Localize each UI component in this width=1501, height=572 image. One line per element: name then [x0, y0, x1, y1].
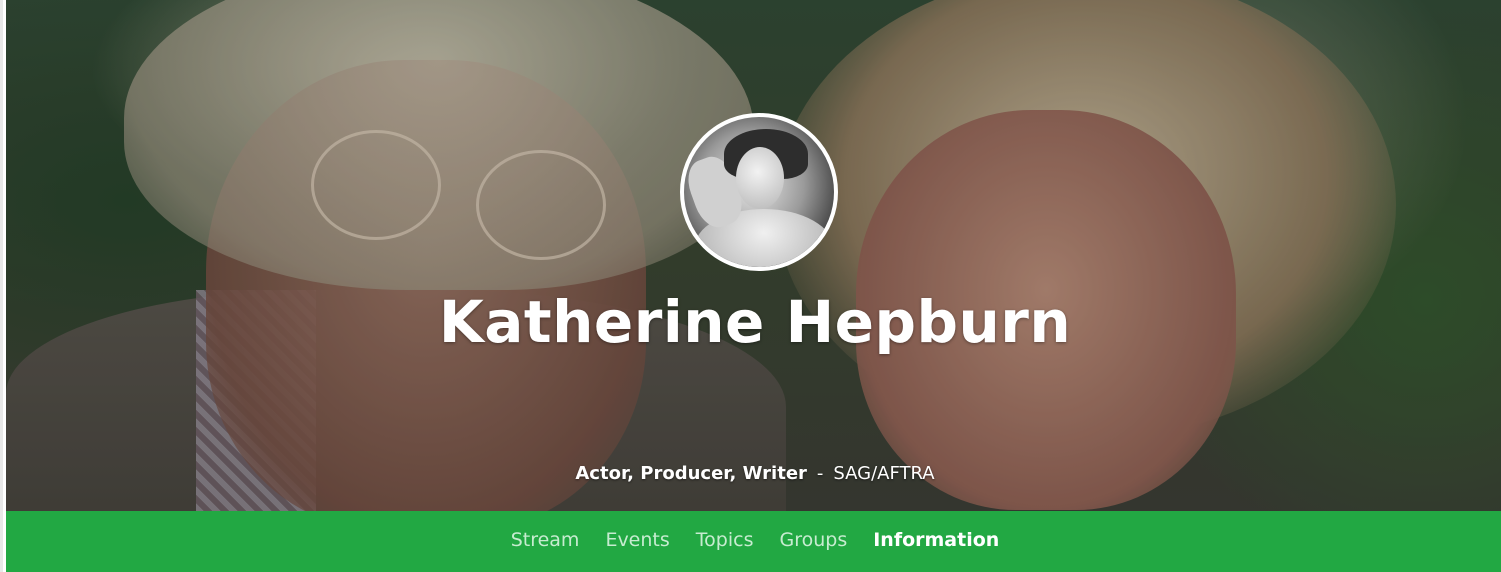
- profile-separator: -: [816, 463, 824, 484]
- profile-subline: Actor, Producer, Writer - SAG/AFTRA: [6, 463, 1501, 484]
- avatar[interactable]: [680, 113, 838, 271]
- avatar-detail: [736, 147, 784, 209]
- cover-photo: Katherine Hepburn Actor, Producer, Write…: [6, 0, 1501, 511]
- tab-information[interactable]: Information: [873, 529, 999, 555]
- tab-topics[interactable]: Topics: [696, 529, 754, 555]
- profile-roles: Actor, Producer, Writer: [575, 463, 807, 484]
- profile-page: Katherine Hepburn Actor, Producer, Write…: [0, 0, 1501, 572]
- profile-union: SAG/AFTRA: [833, 463, 935, 484]
- tab-stream[interactable]: Stream: [511, 529, 580, 555]
- tab-groups[interactable]: Groups: [779, 529, 847, 555]
- tab-events[interactable]: Events: [605, 529, 669, 555]
- profile-nav: Stream Events Topics Groups Information: [6, 511, 1501, 572]
- profile-name: Katherine Hepburn: [438, 288, 1072, 356]
